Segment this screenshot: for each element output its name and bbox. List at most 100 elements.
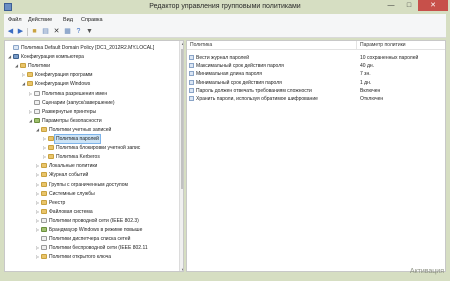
tree-item[interactable]: ▷ Реестр bbox=[5, 199, 177, 207]
expand-icon[interactable]: ▷ bbox=[35, 226, 40, 234]
help-icon[interactable]: ? bbox=[74, 28, 83, 36]
tree-item-label: Журнал событий bbox=[49, 172, 89, 179]
tree-item[interactable]: Сценарии (запуск/завершение) bbox=[5, 99, 177, 107]
menu-action[interactable]: Действие bbox=[28, 17, 52, 23]
expand-icon[interactable]: ▷ bbox=[35, 181, 40, 189]
activation-watermark: Активация bbox=[409, 268, 444, 275]
tree-item[interactable]: Политики диспетчера списка сетей bbox=[5, 235, 177, 243]
tree-item[interactable]: ◢ Конфигурация Windows bbox=[5, 80, 177, 88]
tree-item[interactable]: ▷ Группы с ограниченным доступом bbox=[5, 181, 177, 189]
collapse-icon[interactable]: ◢ bbox=[28, 117, 33, 125]
policy-name: Максимальный срок действия пароля bbox=[196, 63, 284, 70]
tree-pane[interactable]: Политика Default Domain Policy [DC1_2012… bbox=[4, 40, 184, 272]
minimize-button[interactable]: — bbox=[382, 0, 400, 11]
menu-view[interactable]: Вид bbox=[63, 17, 73, 23]
tree-item[interactable]: ▷ Политики проводной сети (IEEE 802.3) bbox=[5, 217, 177, 225]
tree-item-label: Системные службы bbox=[49, 190, 95, 197]
policy-row[interactable]: Минимальная длина пароля 7 зн. bbox=[187, 70, 445, 78]
tree-item-label: Политики bbox=[28, 63, 51, 70]
expand-icon[interactable]: ▷ bbox=[35, 217, 40, 225]
column-setting[interactable]: Параметр политики bbox=[357, 41, 445, 50]
expand-icon[interactable]: ▷ bbox=[35, 199, 40, 207]
collapse-icon[interactable]: ◢ bbox=[7, 53, 12, 61]
back-icon[interactable]: ◀ bbox=[6, 28, 15, 36]
tree-item[interactable]: ◢ Конфигурация компьютера bbox=[5, 53, 177, 61]
tree-scrollbar[interactable]: ▲ ▼ bbox=[179, 41, 183, 271]
policy-row[interactable]: Пароль должен отвечать требованиям сложн… bbox=[187, 87, 445, 95]
expand-icon[interactable]: ▷ bbox=[35, 171, 40, 179]
tree-item[interactable]: ▷ Файловая система bbox=[5, 208, 177, 216]
collapse-icon[interactable]: ◢ bbox=[35, 126, 40, 134]
expand-icon[interactable]: ▷ bbox=[28, 90, 33, 98]
toolbar: ◀ ▶ ■ ▤ ✕ ▦ ? ▼ bbox=[4, 26, 446, 38]
collapse-icon[interactable]: ◢ bbox=[21, 80, 26, 88]
tree-item-label: Политика разрешения имен bbox=[42, 90, 108, 97]
tree-item[interactable]: ◢ Политики bbox=[5, 62, 177, 70]
menu-bar: Файл Действие Вид Справка bbox=[0, 14, 450, 26]
policy-row[interactable]: Хранить пароли, используя обратимое шифр… bbox=[187, 95, 445, 103]
expand-icon[interactable]: ▷ bbox=[42, 144, 47, 152]
filter-icon[interactable]: ▼ bbox=[85, 28, 94, 36]
menu-help[interactable]: Справка bbox=[81, 17, 103, 23]
tree-item-label: Политика блокировки учетной запис bbox=[56, 145, 141, 152]
policy-row[interactable]: Максимальный срок действия пароля 40 дн. bbox=[187, 62, 445, 70]
maximize-button[interactable]: □ bbox=[400, 0, 418, 11]
column-policy[interactable]: Политика bbox=[187, 41, 357, 50]
policy-value: 7 зн. bbox=[360, 71, 371, 78]
doc-icon bbox=[34, 99, 40, 105]
policy-row[interactable]: Минимальный срок действия пароля 1 дн. bbox=[187, 79, 445, 87]
folder-icon bbox=[20, 63, 26, 69]
tree-item[interactable]: ▷ Системные службы bbox=[5, 190, 177, 198]
policy-value: Отключен bbox=[360, 96, 384, 102]
folder-icon bbox=[48, 145, 54, 151]
close-button[interactable]: ✕ bbox=[418, 0, 448, 11]
doc-icon bbox=[41, 236, 47, 242]
properties-icon[interactable]: ▦ bbox=[63, 28, 72, 36]
expand-icon[interactable]: ▷ bbox=[42, 153, 47, 161]
expand-icon[interactable]: ▷ bbox=[21, 71, 26, 79]
scroll-up-icon[interactable]: ▲ bbox=[180, 41, 183, 47]
up-folder-icon[interactable]: ■ bbox=[30, 28, 39, 36]
tree-item[interactable]: ▷ Политики беспроводной сети (IEEE 802.11 bbox=[5, 244, 177, 252]
tree-item[interactable]: ▷ Брандмауэр Windows в режиме повыше bbox=[5, 226, 177, 234]
policy-name: Минимальная длина пароля bbox=[196, 71, 263, 78]
tree-item[interactable]: ▷ Локальные политики bbox=[5, 162, 177, 170]
doc-icon bbox=[34, 90, 40, 96]
tree-item[interactable]: ▷ Политика паролей bbox=[5, 134, 177, 144]
collapse-icon[interactable]: ◢ bbox=[14, 62, 19, 70]
tree-item[interactable]: ▷ Политика Kerberos bbox=[5, 153, 177, 161]
folder-icon bbox=[27, 72, 33, 78]
expand-icon[interactable]: ▷ bbox=[42, 135, 47, 143]
tree-item[interactable]: Политика Default Domain Policy [DC1_2012… bbox=[5, 44, 177, 52]
tree-item-label: Локальные политики bbox=[49, 163, 98, 170]
expand-icon[interactable]: ▷ bbox=[35, 190, 40, 198]
forward-icon[interactable]: ▶ bbox=[16, 28, 25, 36]
menu-file[interactable]: Файл bbox=[8, 17, 22, 23]
scroll-thumb[interactable] bbox=[181, 49, 183, 189]
tree-item-label: Политика паролей bbox=[54, 134, 101, 144]
doc-icon bbox=[41, 245, 47, 251]
tree-item[interactable]: ▷ Журнал событий bbox=[5, 171, 177, 179]
tree-item-label: Конфигурация компьютера bbox=[21, 54, 84, 61]
expand-icon[interactable]: ▷ bbox=[35, 208, 40, 216]
tree-item[interactable]: ▷ Политики открытого ключа bbox=[5, 253, 177, 261]
tree-item[interactable]: ◢ Параметры безопасности bbox=[5, 117, 177, 125]
tree-item[interactable]: ▷ Развернутые принтеры bbox=[5, 108, 177, 116]
delete-icon[interactable]: ✕ bbox=[52, 28, 61, 36]
show-hide-tree-icon[interactable]: ▤ bbox=[41, 28, 50, 36]
folder-icon bbox=[41, 208, 47, 214]
tree-item[interactable]: ▷ Политика блокировки учетной запис bbox=[5, 144, 177, 152]
folder-icon bbox=[41, 199, 47, 205]
expand-icon[interactable]: ▷ bbox=[35, 253, 40, 261]
expand-icon[interactable]: ▷ bbox=[35, 162, 40, 170]
expand-icon[interactable]: ▷ bbox=[35, 244, 40, 252]
expand-icon[interactable]: ▷ bbox=[28, 108, 33, 116]
policy-setting-icon bbox=[189, 87, 194, 93]
tree-item[interactable]: ▷ Политика разрешения имен bbox=[5, 90, 177, 98]
tree-item[interactable]: ◢ Политики учетных записей bbox=[5, 126, 177, 134]
policy-value: Включен bbox=[360, 87, 381, 94]
policy-row[interactable]: Вести журнал паролей 10 сохраненных парол… bbox=[187, 54, 445, 62]
policy-setting-icon bbox=[189, 71, 194, 77]
tree-item[interactable]: ▷ Конфигурация программ bbox=[5, 71, 177, 79]
title-bar: Редактор управления групповыми политикам… bbox=[0, 0, 450, 14]
